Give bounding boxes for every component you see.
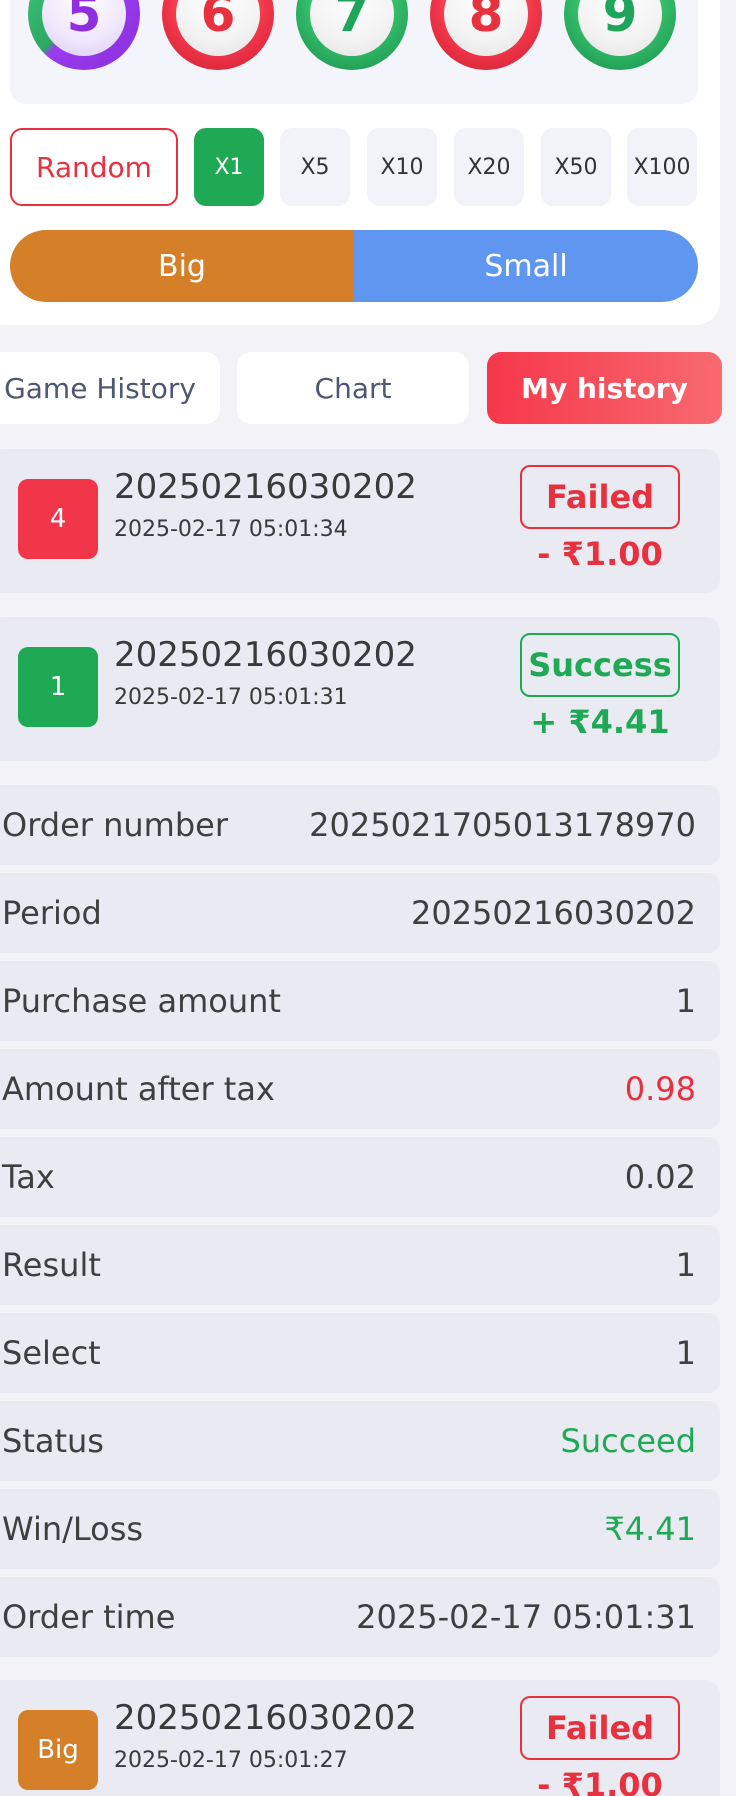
detail-value: Succeed	[560, 1422, 696, 1460]
multiplier-x1-button[interactable]: X1	[194, 128, 264, 206]
detail-label: Status	[2, 1422, 104, 1460]
detail-label: Order time	[2, 1598, 176, 1636]
history-period: 20250216030202	[114, 1698, 417, 1738]
ball-9[interactable]: 9	[564, 0, 676, 70]
big-small-toggle: Big Small	[10, 230, 698, 302]
small-button[interactable]: Small	[354, 230, 698, 302]
random-button[interactable]: Random	[10, 128, 178, 206]
detail-label: Select	[2, 1334, 101, 1372]
detail-label: Tax	[2, 1158, 55, 1196]
status-badge: Success	[520, 633, 680, 697]
ball-number: 9	[602, 0, 638, 43]
detail-label: Amount after tax	[2, 1070, 275, 1108]
detail-value: 1	[675, 1246, 696, 1284]
number-balls-box: 5 6 7 8 9	[10, 0, 698, 104]
detail-label: Purchase amount	[2, 982, 281, 1020]
page: 5 6 7 8 9 Random X1 X5 X10 X20 X50 X100 …	[0, 0, 736, 1796]
ball-5[interactable]: 5	[28, 0, 140, 70]
multiplier-x5-button[interactable]: X5	[280, 128, 350, 206]
detail-row-status: Status Succeed	[0, 1401, 720, 1481]
detail-value: 2025-02-17 05:01:31	[356, 1598, 696, 1636]
detail-row-order-number: Order number 2025021705013178970	[0, 785, 720, 865]
ball-number: 5	[66, 0, 102, 43]
detail-row-order-time: Order time 2025-02-17 05:01:31	[0, 1577, 720, 1657]
tab-game-history[interactable]: Game History	[0, 352, 220, 424]
history-amount: + ₹4.41	[530, 703, 670, 741]
history-time: 2025-02-17 05:01:31	[114, 685, 348, 710]
history-card[interactable]: Big 20250216030202 2025-02-17 05:01:27 F…	[0, 1680, 720, 1796]
detail-row-win-loss: Win/Loss ₹4.41	[0, 1489, 720, 1569]
detail-value: 20250216030202	[410, 894, 696, 932]
history-card[interactable]: 1 20250216030202 2025-02-17 05:01:31 Suc…	[0, 617, 720, 761]
detail-value: 2025021705013178970	[309, 806, 696, 844]
select-badge: 4	[18, 479, 98, 559]
history-time: 2025-02-17 05:01:27	[114, 1748, 348, 1773]
detail-row-select: Select 1	[0, 1313, 720, 1393]
detail-row-result: Result 1	[0, 1225, 720, 1305]
history-amount: - ₹1.00	[537, 535, 663, 573]
multiplier-x100-button[interactable]: X100	[627, 128, 697, 206]
detail-value: ₹4.41	[604, 1510, 696, 1548]
ball-number: 7	[334, 0, 370, 43]
detail-row-tax: Tax 0.02	[0, 1137, 720, 1217]
history-amount: - ₹1.00	[537, 1766, 663, 1796]
detail-value: 1	[675, 982, 696, 1020]
multiplier-x10-button[interactable]: X10	[367, 128, 437, 206]
multiplier-x50-button[interactable]: X50	[541, 128, 611, 206]
detail-label: Period	[2, 894, 102, 932]
detail-row-amount-after-tax: Amount after tax 0.98	[0, 1049, 720, 1129]
detail-label: Order number	[2, 806, 228, 844]
detail-row-purchase-amount: Purchase amount 1	[0, 961, 720, 1041]
tab-my-history[interactable]: My history	[487, 352, 722, 424]
ball-6[interactable]: 6	[162, 0, 274, 70]
tab-chart[interactable]: Chart	[237, 352, 469, 424]
detail-label: Result	[2, 1246, 101, 1284]
detail-value: 1	[675, 1334, 696, 1372]
detail-value: 0.98	[624, 1070, 696, 1108]
history-period: 20250216030202	[114, 635, 417, 675]
history-card[interactable]: 4 20250216030202 2025-02-17 05:01:34 Fai…	[0, 449, 720, 593]
history-period: 20250216030202	[114, 467, 417, 507]
ball-8[interactable]: 8	[430, 0, 542, 70]
ball-number: 8	[468, 0, 504, 43]
ball-number: 6	[200, 0, 236, 43]
detail-row-period: Period 20250216030202	[0, 873, 720, 953]
multiplier-x20-button[interactable]: X20	[454, 128, 524, 206]
detail-label: Win/Loss	[2, 1510, 144, 1548]
status-badge: Failed	[520, 1696, 680, 1760]
big-button[interactable]: Big	[10, 230, 354, 302]
ball-7[interactable]: 7	[296, 0, 408, 70]
select-badge: Big	[18, 1710, 98, 1790]
detail-value: 0.02	[624, 1158, 696, 1196]
select-badge: 1	[18, 647, 98, 727]
status-badge: Failed	[520, 465, 680, 529]
history-time: 2025-02-17 05:01:34	[114, 517, 348, 542]
